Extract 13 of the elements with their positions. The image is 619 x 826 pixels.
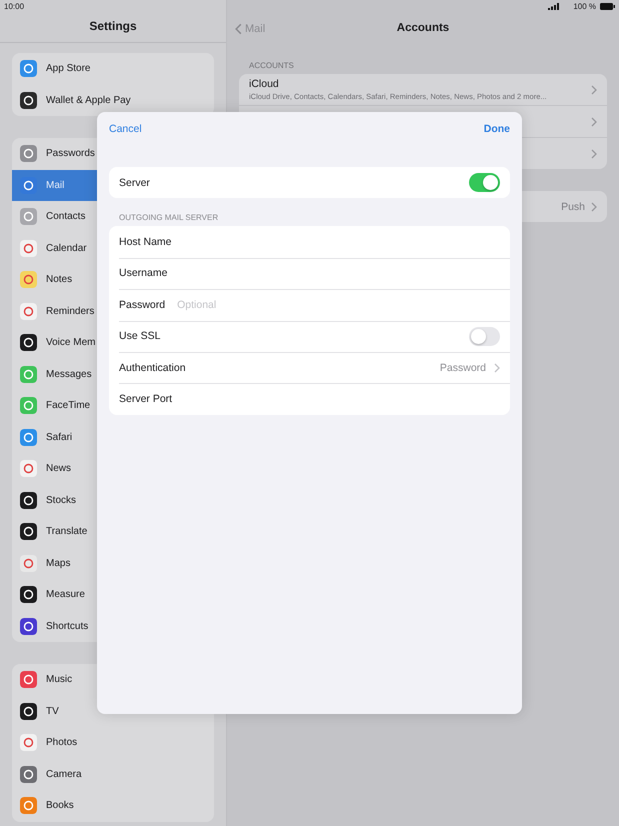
page-title: Accounts — [396, 22, 450, 34]
section-header: ACCOUNTS — [248, 60, 295, 72]
row-label: Server — [119, 176, 150, 189]
row-label: Password — [119, 298, 166, 311]
row-label: Username — [119, 267, 168, 280]
status-time: 10:00 — [4, 2, 26, 10]
section-header: OUTGOING MAIL SERVER — [118, 212, 220, 224]
row-label: Use SSL — [119, 330, 160, 342]
battery-percent: 100 % — [573, 2, 596, 10]
row-label: Host Name — [119, 236, 172, 248]
row-label: Server Port — [119, 393, 172, 406]
row-label: Authentication — [119, 362, 186, 374]
sidebar-title: Settings — [89, 19, 137, 33]
